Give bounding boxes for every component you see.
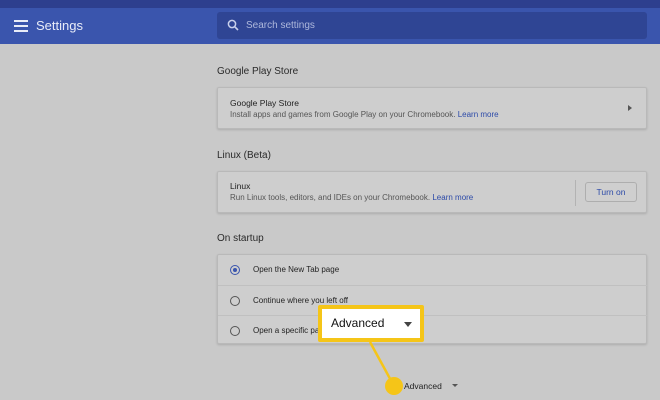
callout-label: Advanced — [331, 316, 385, 330]
callout-caret-down-icon — [404, 322, 412, 327]
advanced-toggle[interactable]: Advanced — [404, 381, 442, 391]
caret-down-icon[interactable] — [452, 384, 458, 387]
callout-pointer-dot — [385, 377, 403, 395]
advanced-callout: Advanced — [318, 305, 424, 342]
